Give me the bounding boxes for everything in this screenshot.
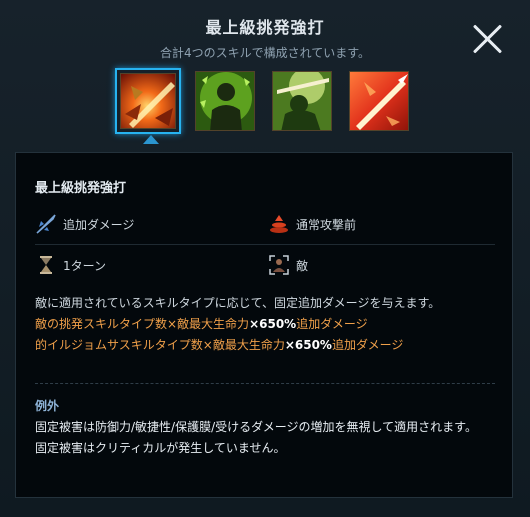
skill-title: 最上級挑発強打 xyxy=(205,18,325,37)
desc-line-3-b: ×650% xyxy=(284,338,332,352)
attr-timing-label: 通常攻撃前 xyxy=(296,217,357,232)
flame-slash-skill-icon xyxy=(120,73,176,129)
attr-damage-type: 追加ダメージ xyxy=(35,213,134,235)
skill-description: 敵に適用されているスキルタイプに応じて、固定追加ダメージを与えます。 敵の挑発ス… xyxy=(35,293,440,356)
exception-title: 例外 xyxy=(35,399,60,413)
skill-slot-2[interactable] xyxy=(192,68,258,134)
attr-duration: 1ターン xyxy=(35,254,106,276)
selection-pointer xyxy=(143,135,159,144)
skill-slot-1[interactable] xyxy=(115,68,181,134)
skill-slot-4[interactable] xyxy=(346,68,412,134)
skill-slot-3[interactable] xyxy=(269,68,335,134)
green-warrior-skill-icon xyxy=(272,71,332,131)
attr-divider xyxy=(35,244,495,245)
panel-title: 最上級挑発強打 xyxy=(35,181,127,196)
fire-spear-skill-icon xyxy=(349,71,409,131)
attr-timing: 通常攻撃前 xyxy=(268,213,356,235)
desc-line-3: 的イルジョムサスキルタイプ数×敵最大生命力×650%追加ダメージ xyxy=(35,335,440,356)
close-icon[interactable] xyxy=(470,22,504,56)
desc-line-3-c: 追加ダメージ xyxy=(331,338,404,352)
skill-detail-panel: 最上級挑発強打 追加ダメージ 通常攻撃前 1ターン 敵 敵に適用されているスキル… xyxy=(15,152,513,498)
skill-icon-row xyxy=(115,68,412,134)
sword-burst-icon xyxy=(35,213,57,235)
desc-line-2-b: ×650% xyxy=(249,317,297,331)
attr-damage-type-label: 追加ダメージ xyxy=(63,217,135,232)
exception-body: 固定被害は防御力/敏捷性/保護膜/受けるダメージの増加を無視して適用されます。 … xyxy=(35,417,495,459)
desc-line-2-c: 追加ダメージ xyxy=(296,317,368,331)
hourglass-icon xyxy=(35,254,57,276)
green-aura-figure-skill-icon xyxy=(195,71,255,131)
desc-line-1: 敵に適用されているスキルタイプに応じて、固定追加ダメージを与えます。 xyxy=(35,296,441,310)
exception-line-1: 固定被害は防御力/敏捷性/保護膜/受けるダメージの増加を無視して適用されます。 xyxy=(35,420,477,434)
fire-stack-icon xyxy=(268,213,290,235)
attr-duration-label: 1ターン xyxy=(63,258,107,273)
section-divider xyxy=(35,383,495,384)
header: 最上級挑発強打 合計4つのスキルで構成されています。 xyxy=(0,14,530,61)
skill-subtitle: 合計4つのスキルで構成されています。 xyxy=(159,46,371,60)
attr-target-label: 敵 xyxy=(296,258,309,273)
desc-line-2-a: 敵の挑発スキルタイプ数×敵最大生命力 xyxy=(35,317,250,331)
desc-line-2: 敵の挑発スキルタイプ数×敵最大生命力×650%追加ダメージ xyxy=(35,314,440,335)
target-person-icon xyxy=(268,254,290,276)
attr-target: 敵 xyxy=(268,254,308,276)
desc-line-3-a: 的イルジョムサスキルタイプ数×敵最大生命力 xyxy=(35,338,285,352)
exception-line-2: 固定被害はクリティカルが発生していません。 xyxy=(35,441,286,455)
